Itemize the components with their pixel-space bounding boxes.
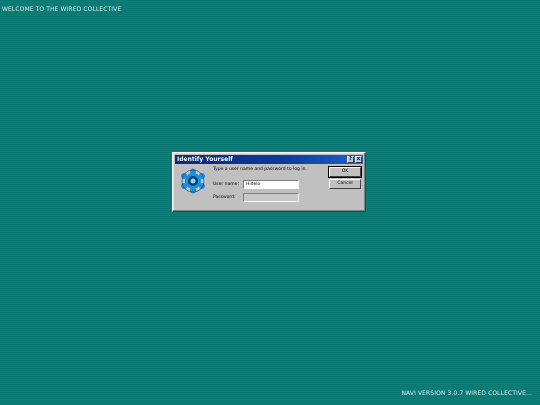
wired-logo-icon xyxy=(179,168,207,194)
welcome-text: WELCOME TO THE WIRED COLLECTIVE xyxy=(2,6,122,13)
username-input[interactable]: Hidelo xyxy=(243,180,299,189)
help-button[interactable]: ? xyxy=(347,156,354,163)
login-prompt: Type a user name and password to log in. xyxy=(213,167,307,172)
ok-button[interactable]: OK xyxy=(328,166,362,178)
login-dialog: Identify Yourself ? x Type a user name a… xyxy=(172,152,366,212)
password-label: Password: xyxy=(213,195,236,200)
dialog-titlebar[interactable]: Identify Yourself ? x xyxy=(175,155,363,164)
dialog-title: Identify Yourself xyxy=(177,156,233,163)
cancel-button[interactable]: Cancel xyxy=(329,179,361,189)
version-text: NAVI VERSION 3.0.7 WIRED COLLECTIVE... xyxy=(401,390,532,397)
close-button[interactable]: x xyxy=(355,156,362,163)
title-buttons: ? x xyxy=(347,156,362,163)
username-label: User name: xyxy=(213,182,239,187)
password-input[interactable] xyxy=(243,193,299,202)
